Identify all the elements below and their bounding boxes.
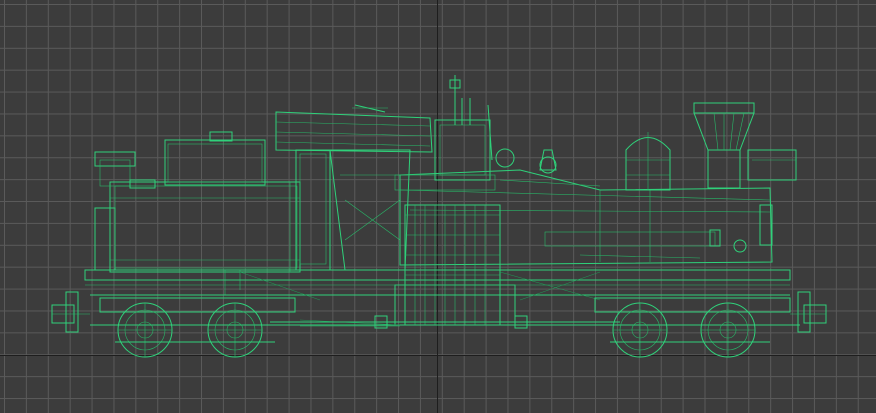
front-coupler	[790, 291, 827, 333]
locomotive-wireframe[interactable]	[0, 0, 876, 413]
rear-truck	[99, 297, 296, 358]
front-truck	[594, 297, 791, 358]
front-viewport[interactable]	[0, 0, 876, 413]
vertical-cylinders	[394, 75, 557, 326]
steam-dome	[625, 132, 671, 191]
boiler	[399, 169, 773, 266]
rear-coupler	[51, 291, 90, 333]
cab	[275, 104, 433, 271]
smokestack	[693, 102, 797, 189]
tender-bunker	[94, 131, 301, 295]
